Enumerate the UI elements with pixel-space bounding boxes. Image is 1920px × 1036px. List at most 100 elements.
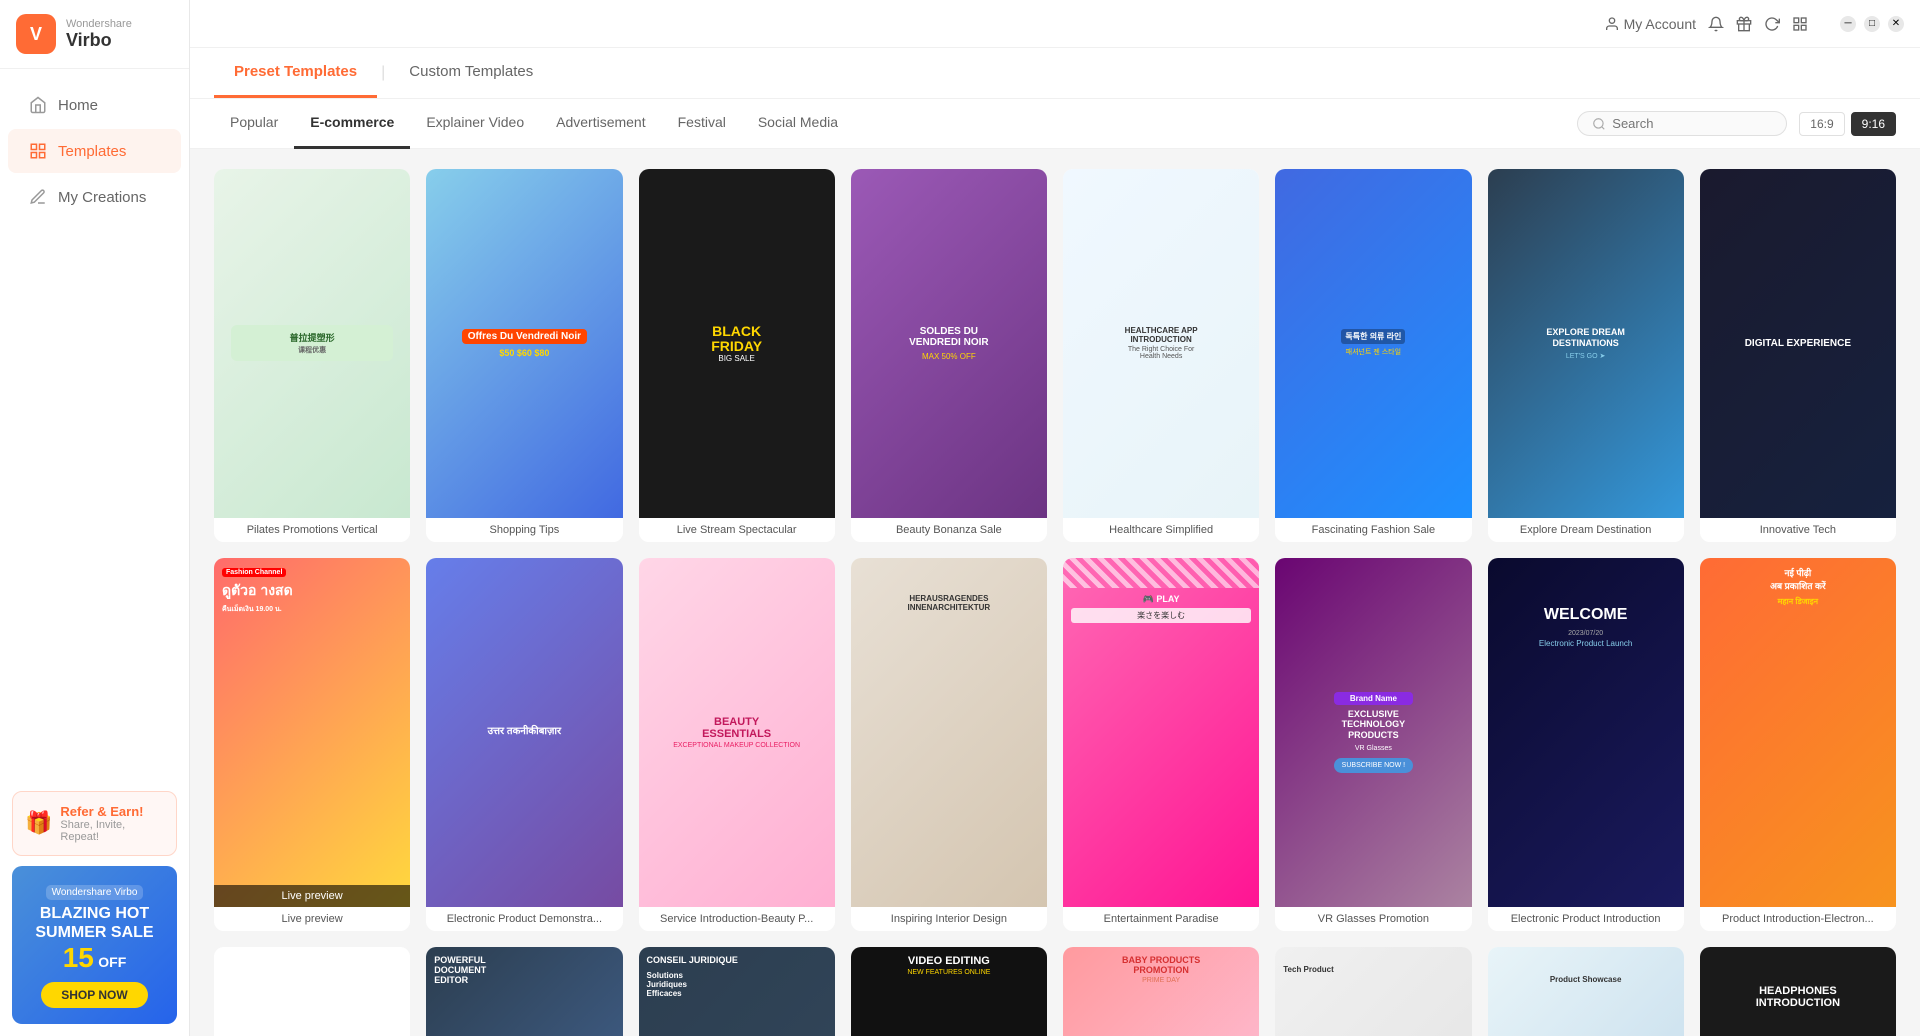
sidebar-bottom: 🎁 Refer & Earn! Share, Invite, Repeat! W… [0, 779, 189, 1036]
thumb-7: EXPLORE DREAMDESTINATIONS LET'S GO ➤ [1488, 169, 1684, 518]
templates-icon [28, 141, 48, 161]
template-card-5[interactable]: HEALTHCARE APPINTRODUCTION The Right Cho… [1063, 169, 1259, 542]
thumb-20: VIDEO EDITING NEW FEATURES ONLINE [851, 947, 1047, 1036]
logo-name: Virbo [66, 30, 132, 51]
thumb-8: DIGITAL EXPERIENCE [1700, 169, 1896, 518]
grid: 普拉提塑形课程优惠 Pilates Promotions Vertical Of… [214, 169, 1896, 1036]
template-card-23[interactable]: Product Showcase Product Showcase [1488, 947, 1684, 1036]
template-card-12[interactable]: HERAUSRAGENDESINNENARCHITEKTUR Inspiring… [851, 558, 1047, 931]
promo-shop-button[interactable]: SHOP NOW [41, 982, 147, 1008]
app-logo-icon: V [16, 14, 56, 54]
ratio-16-9[interactable]: 16:9 [1799, 112, 1844, 136]
filter-social[interactable]: Social Media [742, 99, 854, 149]
filter-explainer[interactable]: Explainer Video [410, 99, 540, 149]
window-controls: ─ □ ✕ [1840, 16, 1904, 32]
tab-preset[interactable]: Preset Templates [214, 48, 377, 98]
thumb-1: 普拉提塑形课程优惠 [214, 169, 410, 518]
thumb-22: Tech Product [1275, 947, 1471, 1036]
minimize-button[interactable]: ─ [1840, 16, 1856, 32]
logo: V Wondershare Virbo [0, 0, 189, 69]
ratio-buttons: 16:9 9:16 [1799, 112, 1896, 136]
template-card-3[interactable]: BLACKFRIDAY BIG SALE Live Stream Spectac… [639, 169, 835, 542]
thumb-13: 🎮 PLAY 楽さを楽しむ [1063, 558, 1259, 907]
template-card-2[interactable]: Offres Du Vendredi Noir $50 $60 $80 Shop… [426, 169, 622, 542]
gift-button[interactable] [1736, 16, 1752, 32]
label-10: Electronic Product Demonstra... [426, 907, 622, 931]
filter-festival[interactable]: Festival [662, 99, 742, 149]
tab-row: Preset Templates | Custom Templates [214, 48, 1896, 98]
label-3: Live Stream Spectacular [639, 518, 835, 542]
label-2: Shopping Tips [426, 518, 622, 542]
home-icon [28, 95, 48, 115]
label-1: Pilates Promotions Vertical [214, 518, 410, 542]
promo-brand: Wondershare Virbo [46, 885, 144, 900]
thumb-2: Offres Du Vendredi Noir $50 $60 $80 [426, 169, 622, 518]
template-card-1[interactable]: 普拉提塑形课程优惠 Pilates Promotions Vertical [214, 169, 410, 542]
refer-icon: 🎁 [25, 810, 52, 836]
refer-title: Refer & Earn! [60, 804, 164, 819]
template-card-24[interactable]: HEADPHONESINTRODUCTION HEADPHONES INTROD… [1700, 947, 1896, 1036]
template-card-7[interactable]: EXPLORE DREAMDESTINATIONS LET'S GO ➤ Exp… [1488, 169, 1684, 542]
sidebar-item-templates[interactable]: Templates [8, 129, 181, 173]
promo-percent: 15 [63, 942, 94, 973]
grid-button[interactable] [1792, 16, 1808, 32]
template-card-8[interactable]: DIGITAL EXPERIENCE Innovative Tech [1700, 169, 1896, 542]
template-card-10[interactable]: उत्तर तकनीकीबाज़ार Electronic Product De… [426, 558, 622, 931]
label-12: Inspiring Interior Design [851, 907, 1047, 931]
account-button[interactable]: My Account [1604, 16, 1696, 32]
label-11: Service Introduction-Beauty P... [639, 907, 835, 931]
filter-ecommerce[interactable]: E-commerce [294, 99, 410, 149]
filter-advertisement[interactable]: Advertisement [540, 99, 661, 149]
notification-button[interactable] [1708, 16, 1724, 32]
refer-card[interactable]: 🎁 Refer & Earn! Share, Invite, Repeat! [12, 791, 177, 856]
templates-grid: 普拉提塑形课程优惠 Pilates Promotions Vertical Of… [190, 149, 1920, 1036]
thumb-5: HEALTHCARE APPINTRODUCTION The Right Cho… [1063, 169, 1259, 518]
ratio-9-16[interactable]: 9:16 [1851, 112, 1896, 136]
template-card-6[interactable]: 독특한 의류 라인 패셔넌트 젠 스타일 Fascinating Fashion… [1275, 169, 1471, 542]
template-card-4[interactable]: SOLDES DUVENDREDI NOIR MAX 50% OFF Beaut… [851, 169, 1047, 542]
thumb-12: HERAUSRAGENDESINNENARCHITEKTUR [851, 558, 1047, 907]
thumb-11: BEAUTYESSENTIALS EXCEPTIONAL MAKEUP COLL… [639, 558, 835, 907]
sidebar-item-creations-label: My Creations [58, 189, 146, 206]
label-13: Entertainment Paradise [1063, 907, 1259, 931]
label-5: Healthcare Simplified [1063, 518, 1259, 542]
thumb-4: SOLDES DUVENDREDI NOIR MAX 50% OFF [851, 169, 1047, 518]
thumb-6: 독특한 의류 라인 패셔넌트 젠 스타일 [1275, 169, 1471, 518]
template-card-18[interactable]: POWERFULDOCUMENTEDITOR Powerful Document… [426, 947, 622, 1036]
template-card-17[interactable]: JEWEL EARRINGS|NECKLACES|BRACELETS Jewel [214, 947, 410, 1036]
promo-title: BLAZING HOT SUMMER SALE [28, 904, 161, 942]
label-4: Beauty Bonanza Sale [851, 518, 1047, 542]
search-icon [1592, 117, 1606, 131]
thumb-24: HEADPHONESINTRODUCTION [1700, 947, 1896, 1036]
template-card-16[interactable]: नई पीढ़ीअब प्रकाशित करें महान डिजाइन Pro… [1700, 558, 1896, 931]
logo-text: Wondershare Virbo [66, 18, 132, 51]
template-card-13[interactable]: 🎮 PLAY 楽さを楽しむ Entertainment Paradise [1063, 558, 1259, 931]
label-14: VR Glasses Promotion [1275, 907, 1471, 931]
sidebar-item-home[interactable]: Home [8, 83, 181, 127]
template-card-22[interactable]: Tech Product Tech Product [1275, 947, 1471, 1036]
tab-custom[interactable]: Custom Templates [389, 48, 553, 98]
filter-popular[interactable]: Popular [214, 99, 294, 149]
search-box [1577, 111, 1787, 136]
account-label: My Account [1624, 16, 1696, 32]
template-card-21[interactable]: BABY PRODUCTSPROMOTION PRIME DAY Baby Pr… [1063, 947, 1259, 1036]
search-input[interactable] [1612, 116, 1772, 131]
template-card-14[interactable]: Brand Name EXCLUSIVETECHNOLOGYPRODUCTS V… [1275, 558, 1471, 931]
thumb-18: POWERFULDOCUMENTEDITOR [426, 947, 622, 1036]
sidebar-item-creations[interactable]: My Creations [8, 175, 181, 219]
promo-off: OFF [98, 954, 126, 970]
thumb-17: JEWEL EARRINGS|NECKLACES|BRACELETS [214, 947, 410, 1036]
template-card-20[interactable]: VIDEO EDITING NEW FEATURES ONLINE Video … [851, 947, 1047, 1036]
close-button[interactable]: ✕ [1888, 16, 1904, 32]
thumb-14: Brand Name EXCLUSIVETECHNOLOGYPRODUCTS V… [1275, 558, 1471, 907]
template-card-9[interactable]: Fashion Channel ดูตัวอ างสด คืนเม็ดเงิน … [214, 558, 410, 931]
label-15: Electronic Product Introduction [1488, 907, 1684, 931]
refresh-button[interactable] [1764, 16, 1780, 32]
template-card-19[interactable]: CONSEIL JURIDIQUE SolutionsJuridiquesEff… [639, 947, 835, 1036]
template-card-15[interactable]: WELCOME 2023/07/20 Electronic Product La… [1488, 558, 1684, 931]
thumb-3: BLACKFRIDAY BIG SALE [639, 169, 835, 518]
maximize-button[interactable]: □ [1864, 16, 1880, 32]
thumb-23: Product Showcase [1488, 947, 1684, 1036]
template-card-11[interactable]: BEAUTYESSENTIALS EXCEPTIONAL MAKEUP COLL… [639, 558, 835, 931]
refer-text: Refer & Earn! Share, Invite, Repeat! [60, 804, 164, 843]
